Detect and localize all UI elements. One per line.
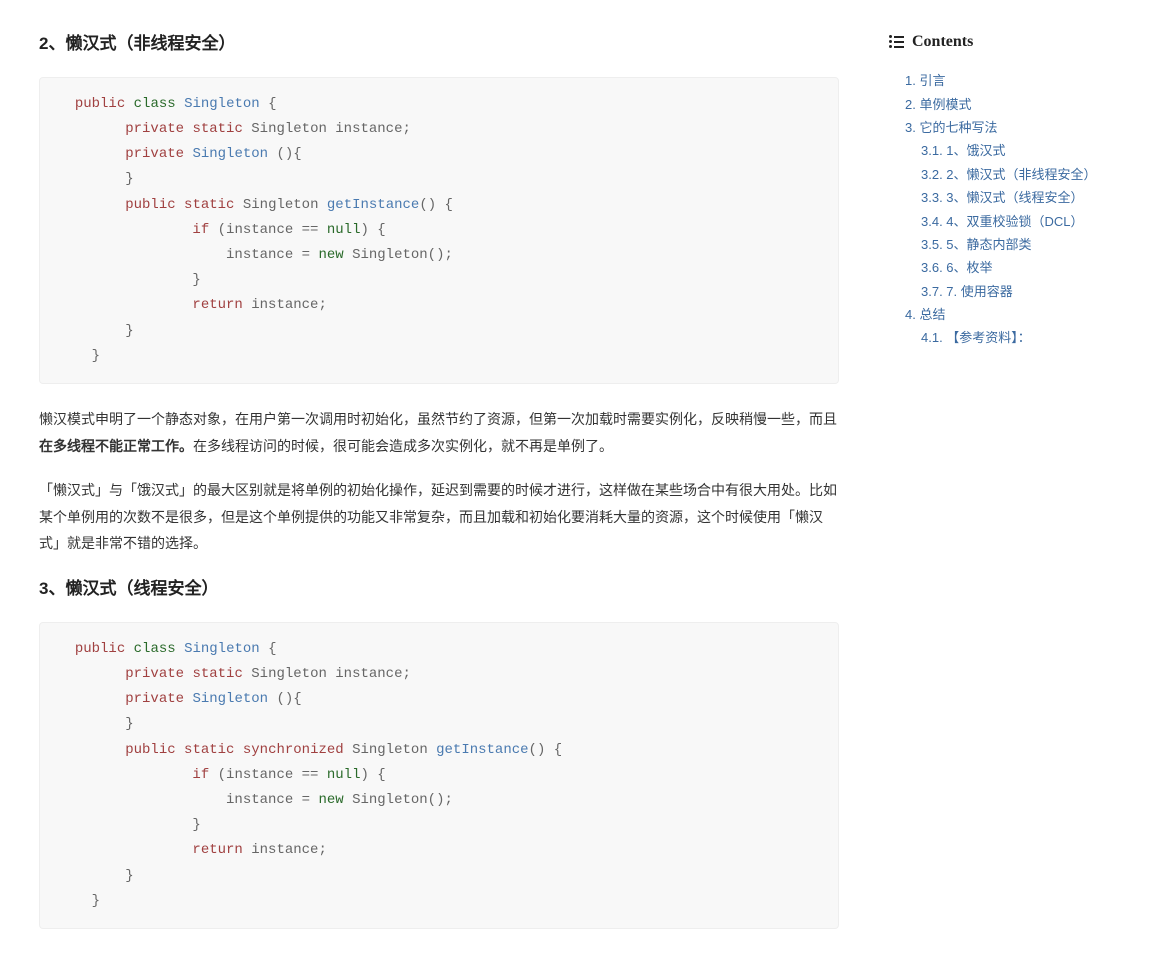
- t: Singleton instance;: [243, 121, 411, 137]
- kw: static: [192, 666, 242, 682]
- kw: new: [318, 792, 343, 808]
- kw: null: [327, 767, 361, 783]
- toc-link[interactable]: 3.2. 2、懒汉式（非线程安全）: [921, 167, 1097, 182]
- heading-lazy-unsafe: 2、懒汉式（非线程安全）: [39, 30, 839, 59]
- code-block-lazy-safe: public class Singleton { private static …: [39, 622, 839, 929]
- t: ) {: [360, 222, 385, 238]
- fn: getInstance: [327, 197, 419, 213]
- code-pre: public class Singleton { private static …: [58, 637, 820, 914]
- t: Singleton();: [344, 792, 453, 808]
- code-pre: public class Singleton { private static …: [58, 92, 820, 369]
- t: (instance ==: [209, 222, 327, 238]
- t: }: [58, 716, 134, 732]
- kw: private: [125, 666, 184, 682]
- toc-link[interactable]: 3.1. 1、饿汉式: [921, 143, 1006, 158]
- t: Singleton: [344, 742, 436, 758]
- cls: Singleton: [192, 691, 268, 707]
- t: }: [58, 272, 201, 288]
- kw: if: [192, 767, 209, 783]
- kw: private: [125, 146, 184, 162]
- toc-header: Contents: [889, 28, 1139, 55]
- t: instance =: [58, 247, 318, 263]
- code-block-lazy-unsafe: public class Singleton { private static …: [39, 77, 839, 384]
- list-icon: [889, 35, 904, 48]
- kw: public: [125, 742, 175, 758]
- t: {: [260, 641, 277, 657]
- t: instance;: [243, 842, 327, 858]
- kw: return: [192, 842, 242, 858]
- toc-link[interactable]: 4. 总结: [905, 307, 945, 322]
- cls: Singleton: [184, 96, 260, 112]
- toc-nav: 1. 引言 2. 单例模式 3. 它的七种写法 3.1. 1、饿汉式 3.2. …: [889, 69, 1139, 350]
- t: }: [58, 868, 134, 884]
- kw: class: [134, 641, 176, 657]
- toc-link[interactable]: 3.3. 3、懒汉式（线程安全）: [921, 190, 1084, 205]
- paragraph-2: 「懒汉式」与「饿汉式」的最大区别就是将单例的初始化操作，延迟到需要的时候才进行，…: [39, 477, 839, 557]
- toc-link[interactable]: 3.5. 5、静态内部类: [921, 237, 1032, 252]
- t: instance =: [58, 792, 318, 808]
- article-main: 2、懒汉式（非线程安全） public class Singleton { pr…: [19, 20, 859, 951]
- t: Singleton();: [344, 247, 453, 263]
- heading-lazy-safe: 3、懒汉式（线程安全）: [39, 575, 839, 604]
- cls: Singleton: [184, 641, 260, 657]
- toc-link[interactable]: 3.7. 7. 使用容器: [921, 284, 1013, 299]
- kw: static: [184, 742, 234, 758]
- fn: getInstance: [436, 742, 528, 758]
- kw: public: [75, 96, 125, 112]
- t: (instance ==: [209, 767, 327, 783]
- kw: public: [75, 641, 125, 657]
- paragraph-1: 懒汉模式申明了一个静态对象，在用户第一次调用时初始化，虽然节约了资源，但第一次加…: [39, 406, 839, 459]
- t: () {: [419, 197, 453, 213]
- t: }: [58, 171, 134, 187]
- kw: new: [318, 247, 343, 263]
- t: 懒汉模式申明了一个静态对象，在用户第一次调用时初始化，虽然节约了资源，但第一次加…: [39, 411, 837, 427]
- t: () {: [529, 742, 563, 758]
- kw: public: [125, 197, 175, 213]
- t: (){: [268, 146, 302, 162]
- toc-link[interactable]: 4.1. 【参考资料】：: [921, 330, 1031, 345]
- toc-link[interactable]: 2. 单例模式: [905, 97, 971, 112]
- t: 在多线程访问的时候，很可能会造成多次实例化，就不再是单例了。: [193, 438, 613, 454]
- t: }: [58, 893, 100, 909]
- t: }: [58, 323, 134, 339]
- t: {: [260, 96, 277, 112]
- kw: private: [125, 121, 184, 137]
- t: instance;: [243, 297, 327, 313]
- toc-link[interactable]: 3. 它的七种写法: [905, 120, 997, 135]
- bold-text: 在多线程不能正常工作。: [39, 438, 193, 454]
- toc-link[interactable]: 1. 引言: [905, 73, 945, 88]
- kw: static: [184, 197, 234, 213]
- toc-title: Contents: [912, 28, 973, 55]
- t: ) {: [360, 767, 385, 783]
- toc-list: 1. 引言 2. 单例模式 3. 它的七种写法 3.1. 1、饿汉式 3.2. …: [889, 69, 1139, 350]
- kw: synchronized: [243, 742, 344, 758]
- kw: null: [327, 222, 361, 238]
- cls: Singleton: [192, 146, 268, 162]
- toc-sidebar: Contents 1. 引言 2. 单例模式 3. 它的七种写法 3.1. 1、…: [889, 20, 1139, 951]
- t: }: [58, 817, 201, 833]
- t: Singleton instance;: [243, 666, 411, 682]
- t: Singleton: [234, 197, 326, 213]
- toc-link[interactable]: 3.4. 4、双重校验锁（DCL）: [921, 214, 1084, 229]
- kw: if: [192, 222, 209, 238]
- kw: return: [192, 297, 242, 313]
- kw: class: [134, 96, 176, 112]
- kw: static: [192, 121, 242, 137]
- kw: private: [125, 691, 184, 707]
- t: }: [58, 348, 100, 364]
- toc-link[interactable]: 3.6. 6、枚举: [921, 260, 993, 275]
- t: (){: [268, 691, 302, 707]
